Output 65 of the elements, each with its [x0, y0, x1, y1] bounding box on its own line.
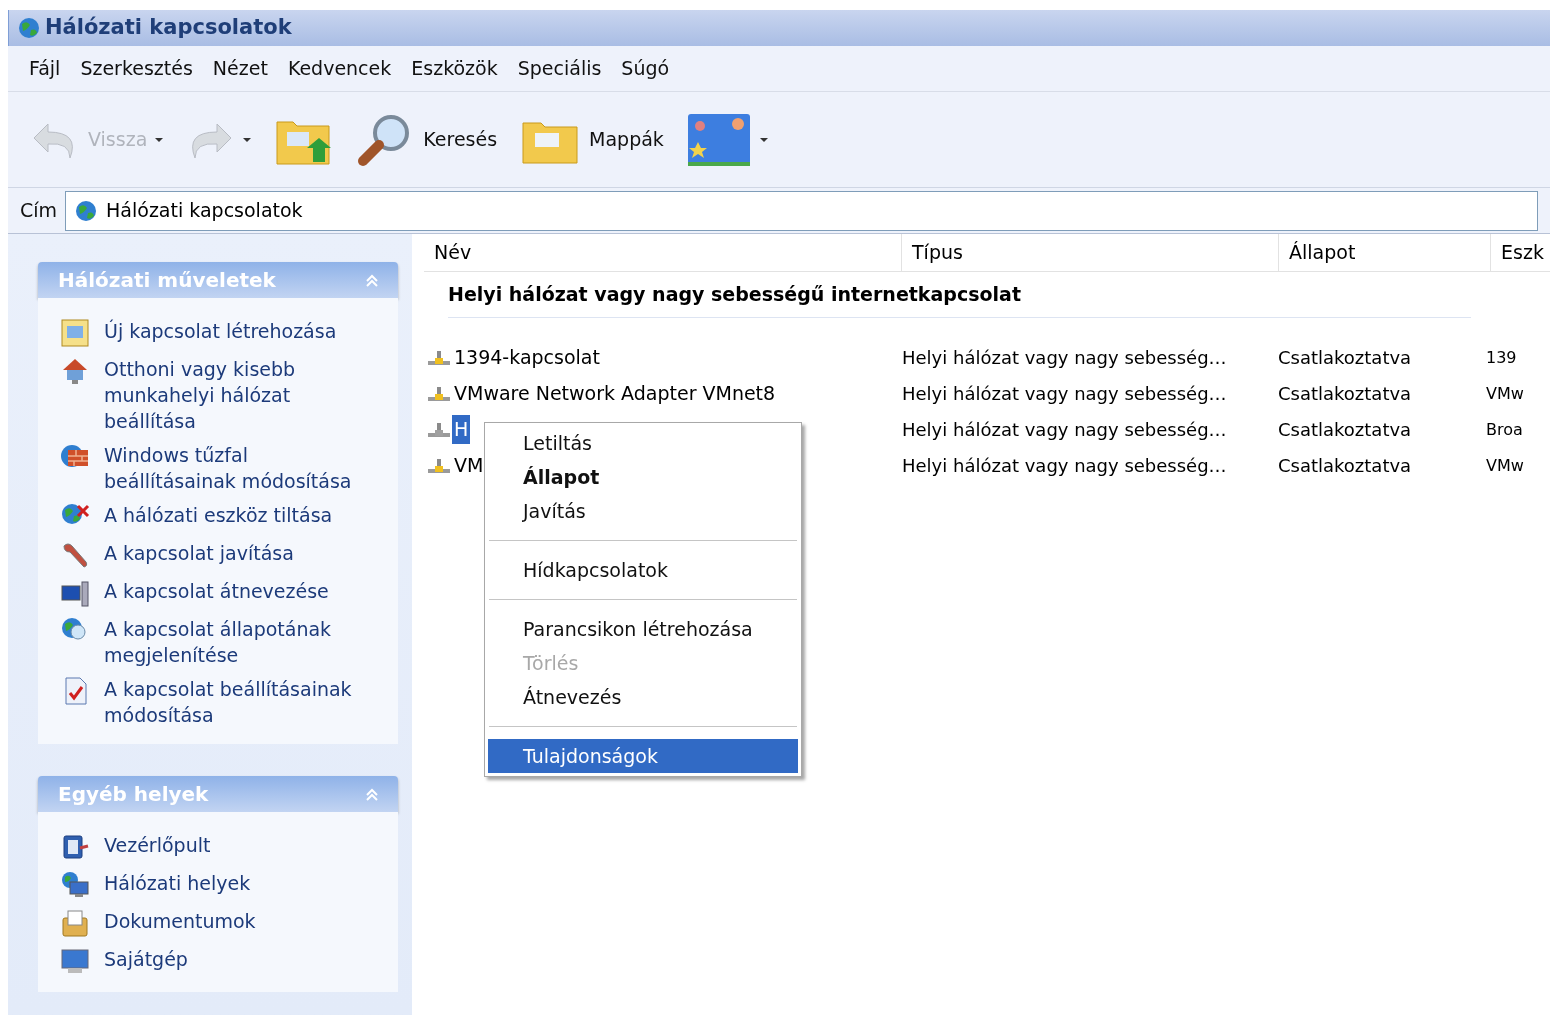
- task-link[interactable]: A kapcsolat beállításainak módosítása: [104, 676, 376, 728]
- computer-icon: [60, 578, 90, 608]
- task-link[interactable]: Sajátgép: [104, 946, 196, 972]
- menu-item[interactable]: Tulajdonságok: [488, 739, 798, 773]
- task-link[interactable]: Otthoni vagy kisebb munkahelyi hálózat beállítása: [104, 356, 376, 434]
- connection-name[interactable]: 1394-kapcsolat: [452, 343, 602, 372]
- table-cell-text: Csatlakoztatva: [1278, 454, 1413, 478]
- menu-item[interactable]: Átnevezés: [488, 680, 798, 714]
- dropdown-caret-icon: [155, 137, 164, 142]
- wrench-icon: [60, 540, 90, 570]
- group-heading: Helyi hálózat vagy nagy sebességű internetkapcsolat: [448, 280, 1471, 318]
- menu-item[interactable]: Fájl: [20, 50, 70, 87]
- column-header[interactable]: Állapot: [1279, 234, 1491, 271]
- menu-item[interactable]: Javítás: [488, 494, 798, 528]
- column-header[interactable]: Eszk: [1491, 234, 1550, 271]
- menu-item[interactable]: Letiltás: [488, 426, 798, 460]
- table-cell-text: VMw: [1486, 454, 1524, 477]
- table-cell-text: Helyi hálózat vagy nagy sebesség…: [902, 382, 1228, 406]
- table-cell-text: Csatlakoztatva: [1278, 346, 1413, 370]
- task-link[interactable]: Vezérlőpult: [104, 832, 219, 858]
- connection-name[interactable]: VM: [452, 451, 486, 480]
- network-globe-icon: [17, 16, 41, 40]
- menu-item[interactable]: Súgó: [612, 50, 679, 87]
- network-globe-icon: [74, 198, 99, 223]
- menu-item[interactable]: Szerkesztés: [71, 50, 202, 87]
- table-cell-text: Helyi hálózat vagy nagy sebesség…: [902, 418, 1228, 442]
- column-header[interactable]: Típus: [902, 234, 1279, 271]
- views-icon: [685, 111, 752, 168]
- menu-item[interactable]: Kedvencek: [278, 50, 401, 87]
- menu-item[interactable]: Hídkapcsolatok: [488, 553, 798, 587]
- dropdown-caret-icon: [243, 137, 252, 142]
- table-cell-text: Csatlakoztatva: [1278, 418, 1413, 442]
- address-label: Cím: [20, 198, 58, 224]
- network-computer-icon: [60, 870, 90, 900]
- document-folder-icon: [60, 908, 90, 938]
- task-link[interactable]: Windows tűzfal beállításainak módosítása: [104, 442, 376, 494]
- table-cell-text: VMw: [1486, 382, 1524, 405]
- task-link[interactable]: A hálózati eszköz tiltása: [104, 502, 341, 528]
- menu-item[interactable]: Eszközök: [402, 50, 507, 87]
- dropdown-caret-icon: [759, 137, 768, 142]
- control-panel-icon: [60, 832, 90, 862]
- table-cell-text: Broa: [1486, 418, 1523, 441]
- table-cell-text: 139: [1486, 346, 1517, 369]
- menu-item[interactable]: Nézet: [203, 50, 277, 87]
- table-cell-text: Csatlakoztatva: [1278, 382, 1413, 406]
- wizard-icon: [60, 318, 90, 348]
- task-link[interactable]: A kapcsolat állapotának megjelenítése: [104, 616, 376, 668]
- task-link[interactable]: Hálózati helyek: [104, 870, 259, 896]
- folders-button[interactable]: Mappák: [515, 104, 668, 175]
- window-title: Hálózati kapcsolatok: [45, 14, 292, 42]
- menu-item[interactable]: Parancsikon létrehozása: [488, 612, 798, 646]
- task-link[interactable]: A kapcsolat javítása: [104, 540, 302, 566]
- search-button[interactable]: Keresés: [351, 104, 502, 175]
- connection-name[interactable]: H: [452, 415, 471, 444]
- task-link[interactable]: A kapcsolat átnevezése: [104, 578, 337, 604]
- connection-name[interactable]: VMware Network Adapter VMnet8: [452, 379, 778, 408]
- table-cell-text: Helyi hálózat vagy nagy sebesség…: [902, 346, 1228, 370]
- menu-item[interactable]: Speciális: [508, 50, 611, 87]
- column-header[interactable]: Név: [424, 234, 902, 271]
- task-link[interactable]: Dokumentumok: [104, 908, 264, 934]
- menu-item[interactable]: Állapot: [488, 460, 798, 494]
- computer-icon: [60, 946, 90, 976]
- task-link[interactable]: Új kapcsolat létrehozása: [104, 318, 345, 344]
- address-field[interactable]: Hálózati kapcsolatok: [65, 190, 1538, 231]
- table-cell-text: Helyi hálózat vagy nagy sebesség…: [902, 454, 1228, 478]
